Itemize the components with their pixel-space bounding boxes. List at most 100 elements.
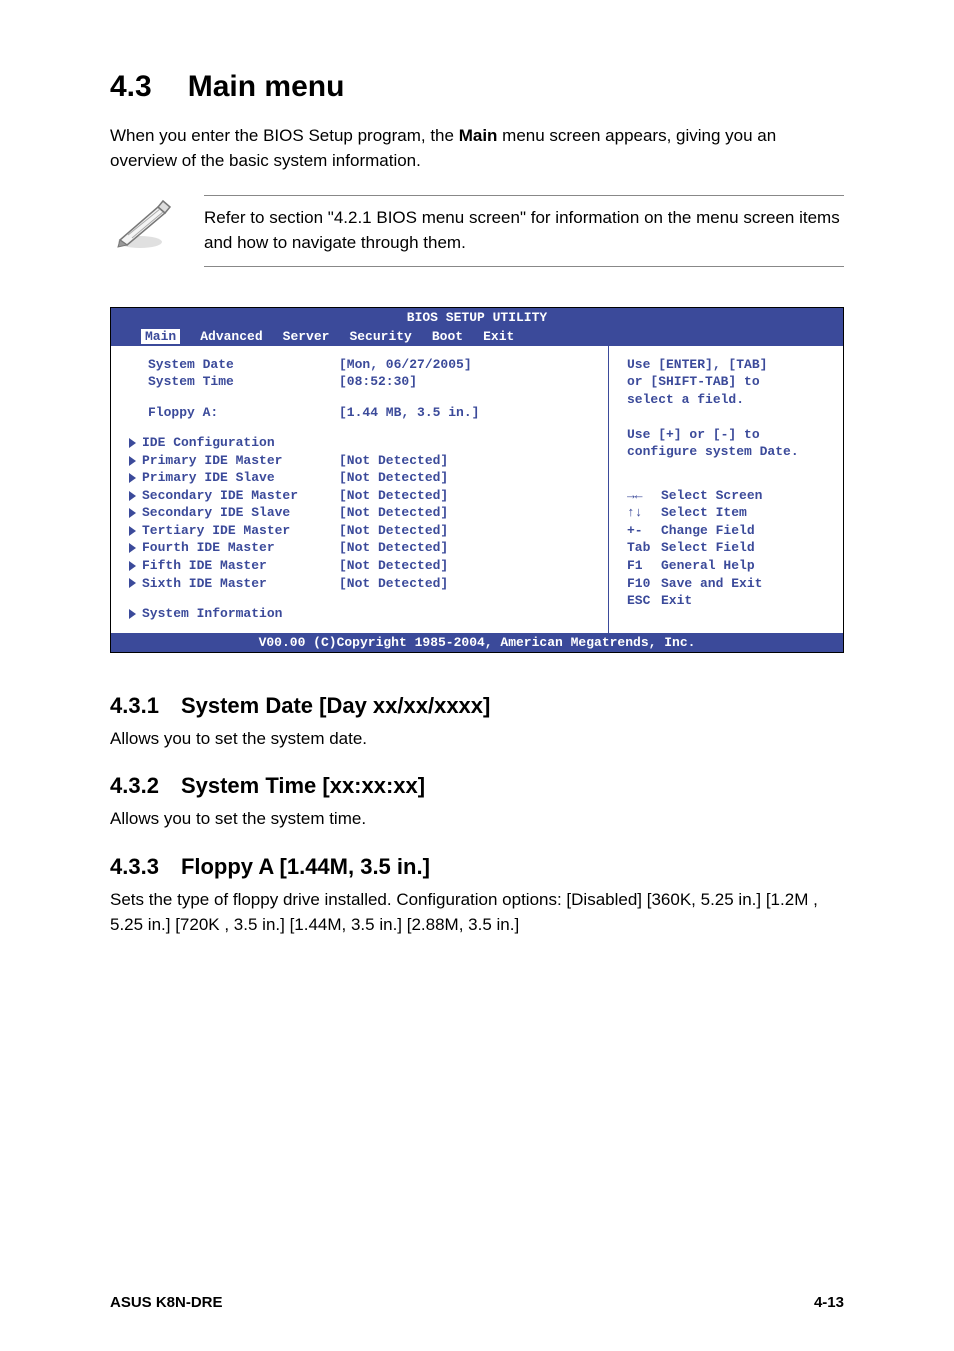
section-number: 4.3 bbox=[110, 70, 152, 104]
bios-row-value: [Not Detected] bbox=[339, 575, 590, 593]
bios-help-key-desc: Change Field bbox=[661, 523, 755, 538]
bios-row-label-text: Fourth IDE Master bbox=[142, 539, 275, 557]
bios-row-label: Secondary IDE Master bbox=[129, 487, 339, 505]
bios-spacer bbox=[129, 592, 590, 605]
bios-tab-server[interactable]: Server bbox=[283, 329, 330, 344]
bios-row-label-text: Secondary IDE Slave bbox=[142, 504, 290, 522]
bios-row-value bbox=[339, 434, 590, 452]
bios-row[interactable]: Tertiary IDE Master[Not Detected] bbox=[129, 522, 590, 540]
bios-row-label-text: Tertiary IDE Master bbox=[142, 522, 290, 540]
bios-row-label-text: Fifth IDE Master bbox=[142, 557, 267, 575]
bios-row-label-text: System Date bbox=[148, 356, 234, 374]
submenu-triangle-icon bbox=[129, 438, 136, 448]
note-block: Refer to section "4.2.1 BIOS menu screen… bbox=[110, 195, 844, 266]
bios-help-line: select a field. bbox=[627, 391, 825, 409]
bios-row[interactable]: Secondary IDE Slave [Not Detected] bbox=[129, 504, 590, 522]
intro-before: When you enter the BIOS Setup program, t… bbox=[110, 126, 459, 145]
bios-row[interactable]: System Time[08:52:30] bbox=[129, 373, 590, 391]
bios-row[interactable]: Floppy A:[1.44 MB, 3.5 in.] bbox=[129, 404, 590, 422]
bios-help-key-name: F10 bbox=[627, 575, 661, 593]
subsection-2-heading: 4.3.2 System Time [xx:xx:xx] bbox=[110, 773, 844, 799]
bios-row-label: Fourth IDE Master bbox=[129, 539, 339, 557]
bios-row[interactable]: Primary IDE Master [Not Detected] bbox=[129, 452, 590, 470]
submenu-triangle-icon bbox=[129, 578, 136, 588]
bios-help-key-name: F1 bbox=[627, 557, 661, 575]
bios-help-key-name: +- bbox=[627, 522, 661, 540]
subsection-3-heading: 4.3.3 Floppy A [1.44M, 3.5 in.] bbox=[110, 854, 844, 880]
bios-tab-boot[interactable]: Boot bbox=[432, 329, 463, 344]
bios-help-key-name: →← bbox=[627, 487, 661, 505]
bios-row-value: [Not Detected] bbox=[339, 452, 590, 470]
bios-row-value: [Not Detected] bbox=[339, 504, 590, 522]
bios-row-label: Primary IDE Master bbox=[129, 452, 339, 470]
bios-row-label: Fifth IDE Master bbox=[129, 557, 339, 575]
bios-row[interactable]: Secondary IDE Master [Not Detected] bbox=[129, 487, 590, 505]
bios-body: System Date[Mon, 06/27/2005]System Time[… bbox=[111, 346, 843, 633]
subsection-3-title: Floppy A [1.44M, 3.5 in.] bbox=[181, 854, 430, 879]
intro-bold: Main bbox=[459, 126, 498, 145]
bios-help-line: or [SHIFT-TAB] to bbox=[627, 373, 825, 391]
bios-help-key: F1General Help bbox=[627, 557, 825, 575]
bios-row-label-text: Primary IDE Slave bbox=[142, 469, 275, 487]
subsection-2-body: Allows you to set the system time. bbox=[110, 807, 844, 832]
bios-spacer bbox=[129, 421, 590, 434]
bios-row[interactable]: Primary IDE Slave[Not Detected] bbox=[129, 469, 590, 487]
bios-row-label-text: Secondary IDE Master bbox=[142, 487, 298, 505]
bios-row[interactable]: IDE Configuration bbox=[129, 434, 590, 452]
section-title-text: Main menu bbox=[188, 70, 345, 103]
bios-help-key-desc: Exit bbox=[661, 593, 692, 608]
bios-help-line bbox=[627, 408, 825, 426]
bios-row-label-text: Sixth IDE Master bbox=[142, 575, 267, 593]
pen-icon bbox=[110, 195, 178, 256]
bios-row-label-text: Primary IDE Master bbox=[142, 452, 282, 470]
bios-help-line: Use [+] or [-] to bbox=[627, 426, 825, 444]
subsection-1-title: System Date [Day xx/xx/xxxx] bbox=[181, 693, 490, 718]
subsection-2-title: System Time [xx:xx:xx] bbox=[181, 773, 425, 798]
bios-row-label: Sixth IDE Master bbox=[129, 575, 339, 593]
bios-help-key-desc: Select Field bbox=[661, 540, 755, 555]
bios-row-label: Tertiary IDE Master bbox=[129, 522, 339, 540]
footer-right: 4-13 bbox=[814, 1294, 844, 1311]
bios-help-line: configure system Date. bbox=[627, 443, 825, 461]
submenu-triangle-icon bbox=[129, 508, 136, 518]
bios-row[interactable]: System Date [Mon, 06/27/2005] bbox=[129, 356, 590, 374]
bios-row-label: System Time bbox=[129, 373, 339, 391]
bios-row-label-text: System Information bbox=[142, 605, 282, 623]
bios-help-key-desc: Select Item bbox=[661, 505, 747, 520]
footer-left: ASUS K8N-DRE bbox=[110, 1294, 223, 1311]
bios-row[interactable]: Fifth IDE Master [Not Detected] bbox=[129, 557, 590, 575]
bios-left-pane: System Date[Mon, 06/27/2005]System Time[… bbox=[111, 346, 608, 633]
bios-footer: V00.00 (C)Copyright 1985-2004, American … bbox=[111, 633, 843, 652]
bios-help-key: ↑↓Select Item bbox=[627, 504, 825, 522]
submenu-triangle-icon bbox=[129, 609, 136, 619]
bios-row-value: [1.44 MB, 3.5 in.] bbox=[339, 404, 590, 422]
bios-help-key-name: Tab bbox=[627, 539, 661, 557]
bios-tab-advanced[interactable]: Advanced bbox=[200, 329, 262, 344]
bios-row[interactable]: Sixth IDE Master [Not Detected] bbox=[129, 575, 590, 593]
bios-row-label: Primary IDE Slave bbox=[129, 469, 339, 487]
page-footer: ASUS K8N-DRE 4-13 bbox=[110, 1294, 844, 1311]
bios-tab-main[interactable]: Main bbox=[141, 329, 180, 344]
bios-row-label: IDE Configuration bbox=[129, 434, 339, 452]
submenu-triangle-icon bbox=[129, 561, 136, 571]
bios-tab-security[interactable]: Security bbox=[349, 329, 411, 344]
bios-row-value: [Not Detected] bbox=[339, 557, 590, 575]
subsection-3-number: 4.3.3 bbox=[110, 854, 159, 880]
submenu-triangle-icon bbox=[129, 456, 136, 466]
bios-tab-exit[interactable]: Exit bbox=[483, 329, 514, 344]
intro-paragraph: When you enter the BIOS Setup program, t… bbox=[110, 124, 844, 173]
bios-help-key: ESCExit bbox=[627, 592, 825, 610]
subsection-1-number: 4.3.1 bbox=[110, 693, 159, 719]
submenu-triangle-icon bbox=[129, 473, 136, 483]
bios-row-value bbox=[339, 605, 590, 623]
submenu-triangle-icon bbox=[129, 526, 136, 536]
bios-help-key: F10Save and Exit bbox=[627, 575, 825, 593]
bios-row-value: [Mon, 06/27/2005] bbox=[339, 356, 590, 374]
bios-help-key-desc: Select Screen bbox=[661, 488, 762, 503]
bios-help-key: +-Change Field bbox=[627, 522, 825, 540]
bios-row[interactable]: Fourth IDE Master[Not Detected] bbox=[129, 539, 590, 557]
subsection-2-number: 4.3.2 bbox=[110, 773, 159, 799]
bios-row-label-text: IDE Configuration bbox=[142, 434, 275, 452]
bios-row[interactable]: System Information bbox=[129, 605, 590, 623]
bios-row-value: [Not Detected] bbox=[339, 487, 590, 505]
